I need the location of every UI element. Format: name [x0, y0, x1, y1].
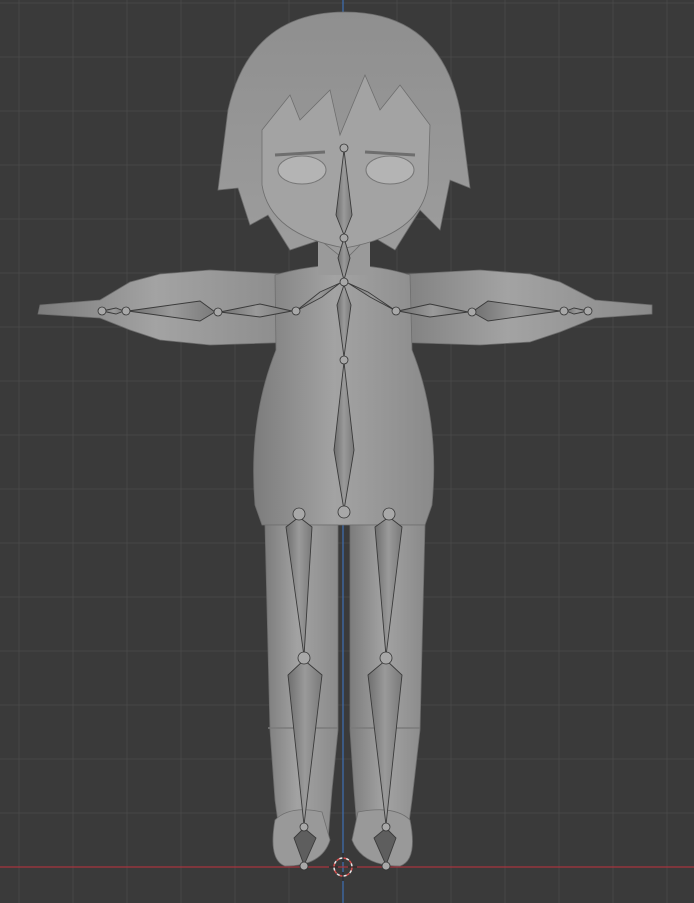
bone-joint[interactable] [121, 306, 131, 316]
bone-joint[interactable] [391, 306, 401, 316]
bone-joint[interactable] [339, 233, 349, 243]
bone-joint[interactable] [379, 651, 393, 665]
bone-joint[interactable] [467, 307, 477, 317]
bone-joint[interactable] [213, 307, 223, 317]
bone-joint[interactable] [297, 651, 311, 665]
left-eye-mesh [277, 155, 327, 185]
bone-joint[interactable] [559, 306, 569, 316]
bone-joint[interactable] [299, 861, 309, 871]
bone-joint[interactable] [583, 306, 593, 316]
bone-joint[interactable] [292, 507, 306, 521]
bone-joint[interactable] [337, 505, 351, 519]
bone-joint[interactable] [381, 861, 391, 871]
bone-joint[interactable] [339, 355, 349, 365]
bone-joint[interactable] [97, 306, 107, 316]
3d-viewport[interactable] [0, 0, 694, 903]
right-eye-mesh [365, 155, 415, 185]
bone-joint[interactable] [339, 143, 349, 153]
bone-joint[interactable] [339, 277, 349, 287]
bone-joint[interactable] [381, 822, 391, 832]
bone-joint[interactable] [299, 822, 309, 832]
bone-joint[interactable] [382, 507, 396, 521]
bone-joint[interactable] [291, 306, 301, 316]
